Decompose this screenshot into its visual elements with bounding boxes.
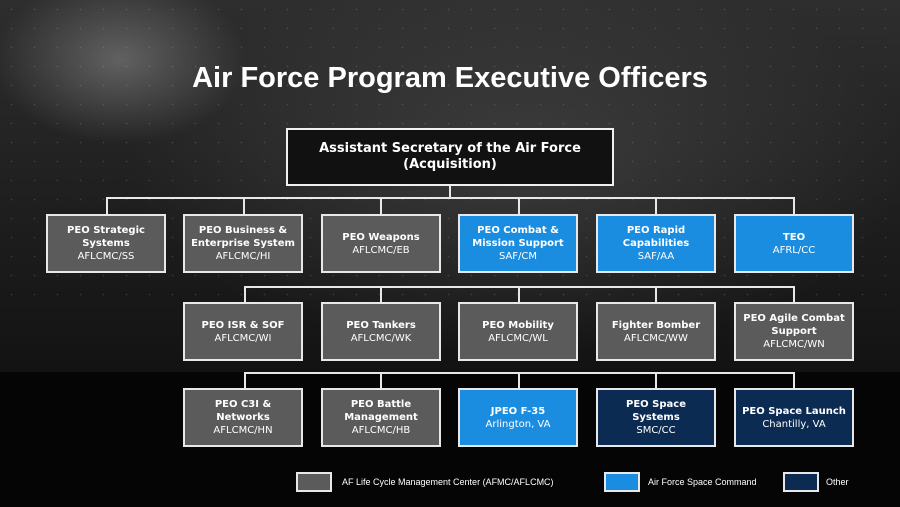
connector-row1-drop-4 bbox=[518, 197, 520, 214]
org-box-name: PEO Space Launch bbox=[742, 405, 846, 417]
legend-swatch-space-command bbox=[604, 472, 640, 492]
org-box-peo-rapid-capabilities: PEO Rapid Capabilities SAF/AA bbox=[596, 214, 716, 273]
connector-row3-drop-2 bbox=[380, 372, 382, 388]
org-box-code: AFLCMC/WN bbox=[763, 339, 825, 350]
org-box-code: AFLCMC/WI bbox=[214, 332, 272, 344]
org-box-code: AFLCMC/SS bbox=[77, 251, 135, 262]
org-box-peo-combat-mission-support: PEO Combat & Mission Support SAF/CM bbox=[458, 214, 578, 273]
org-box-name: TEO bbox=[782, 231, 806, 243]
connector-row2-drop-1 bbox=[244, 286, 246, 302]
org-box-code: SMC/CC bbox=[636, 425, 676, 436]
connector-row3-drop-5 bbox=[793, 372, 795, 388]
org-box-name: PEO ISR & SOF bbox=[201, 319, 285, 331]
connector-row1-drop-6 bbox=[793, 197, 795, 214]
org-box-name: PEO Strategic Systems bbox=[67, 225, 145, 249]
org-box-peo-strategic-systems: PEO Strategic Systems AFLCMC/SS bbox=[46, 214, 166, 273]
org-box-peo-isr-sof: PEO ISR & SOF AFLCMC/WI bbox=[183, 302, 303, 361]
org-box-teo: TEO AFRL/CC bbox=[734, 214, 854, 273]
org-box-code: AFLCMC/WL bbox=[488, 332, 548, 344]
org-box-name: PEO Battle Management bbox=[344, 399, 418, 423]
org-box-peo-agile-combat-support: PEO Agile Combat Support AFLCMC/WN bbox=[734, 302, 854, 361]
org-box-name: PEO Mobility bbox=[482, 319, 554, 331]
connector-row3-drop-3 bbox=[518, 372, 520, 388]
connector-row2-drop-2 bbox=[380, 286, 382, 302]
org-box-asaf-acquisition: Assistant Secretary of the Air Force (Ac… bbox=[286, 128, 614, 186]
connector-row1-drop-3 bbox=[380, 197, 382, 214]
org-box-peo-weapons: PEO Weapons AFLCMC/EB bbox=[321, 214, 441, 273]
org-box-peo-c3i-networks: PEO C3I & Networks AFLCMC/HN bbox=[183, 388, 303, 447]
org-box-code: AFLCMC/HN bbox=[213, 425, 273, 436]
org-box-name: PEO Combat & Mission Support bbox=[472, 225, 564, 249]
legend-label-space-command: Air Force Space Command bbox=[648, 477, 757, 487]
org-box-code: Arlington, VA bbox=[485, 418, 551, 430]
org-box-name: PEO Tankers bbox=[346, 319, 416, 331]
org-box-name: PEO Space Systems bbox=[626, 399, 686, 423]
org-box-peo-space-launch: PEO Space Launch Chantilly, VA bbox=[734, 388, 854, 447]
connector-row1-drop-2 bbox=[243, 197, 245, 214]
org-box-name: PEO Weapons bbox=[342, 231, 420, 243]
org-box-code: SAF/AA bbox=[637, 251, 675, 262]
org-box-name: PEO Rapid Capabilities bbox=[622, 225, 690, 249]
org-box-name: Fighter Bomber bbox=[611, 319, 701, 331]
page-title: Air Force Program Executive Officers bbox=[192, 62, 708, 94]
legend-label-other: Other bbox=[826, 477, 849, 487]
org-box-peo-tankers: PEO Tankers AFLCMC/WK bbox=[321, 302, 441, 361]
connector-row1-drop-1 bbox=[106, 197, 108, 214]
org-box-code: AFLCMC/WW bbox=[624, 332, 688, 344]
connector-row1-bar bbox=[106, 197, 795, 199]
org-box-code: AFLCMC/WK bbox=[350, 332, 412, 344]
legend-swatch-other bbox=[783, 472, 819, 492]
connector-row2-drop-5 bbox=[793, 286, 795, 302]
org-box-peo-space-systems: PEO Space Systems SMC/CC bbox=[596, 388, 716, 447]
connector-row3-drop-4 bbox=[655, 372, 657, 388]
org-box-fighter-bomber: Fighter Bomber AFLCMC/WW bbox=[596, 302, 716, 361]
org-box-name: JPEO F-35 bbox=[490, 405, 546, 417]
connector-row2-drop-4 bbox=[655, 286, 657, 302]
org-box-code: AFLCMC/HI bbox=[215, 251, 271, 262]
connector-row3-drop-1 bbox=[244, 372, 246, 388]
org-box-code: AFLCMC/HB bbox=[351, 425, 411, 436]
org-box-peo-battle-management: PEO Battle Management AFLCMC/HB bbox=[321, 388, 441, 447]
connector-row1-drop-5 bbox=[655, 197, 657, 214]
org-box-code: SAF/CM bbox=[498, 251, 538, 262]
org-box-code: AFRL/CC bbox=[772, 244, 816, 256]
org-box-code: Chantilly, VA bbox=[762, 418, 826, 430]
org-box-peo-mobility: PEO Mobility AFLCMC/WL bbox=[458, 302, 578, 361]
org-box-name: PEO Agile Combat Support bbox=[743, 313, 845, 337]
org-box-name: Assistant Secretary of the Air Force (Ac… bbox=[319, 141, 581, 172]
legend-label-aflcmc: AF Life Cycle Management Center (AFMC/AF… bbox=[342, 477, 554, 487]
legend-swatch-aflcmc bbox=[296, 472, 332, 492]
connector-row2-drop-3 bbox=[518, 286, 520, 302]
org-box-name: PEO C3I & Networks bbox=[214, 399, 272, 423]
org-box-jpeo-f35: JPEO F-35 Arlington, VA bbox=[458, 388, 578, 447]
org-box-code: AFLCMC/EB bbox=[352, 244, 410, 256]
org-box-name: PEO Business & Enterprise System bbox=[191, 225, 295, 249]
org-box-peo-business-enterprise: PEO Business & Enterprise System AFLCMC/… bbox=[183, 214, 303, 273]
